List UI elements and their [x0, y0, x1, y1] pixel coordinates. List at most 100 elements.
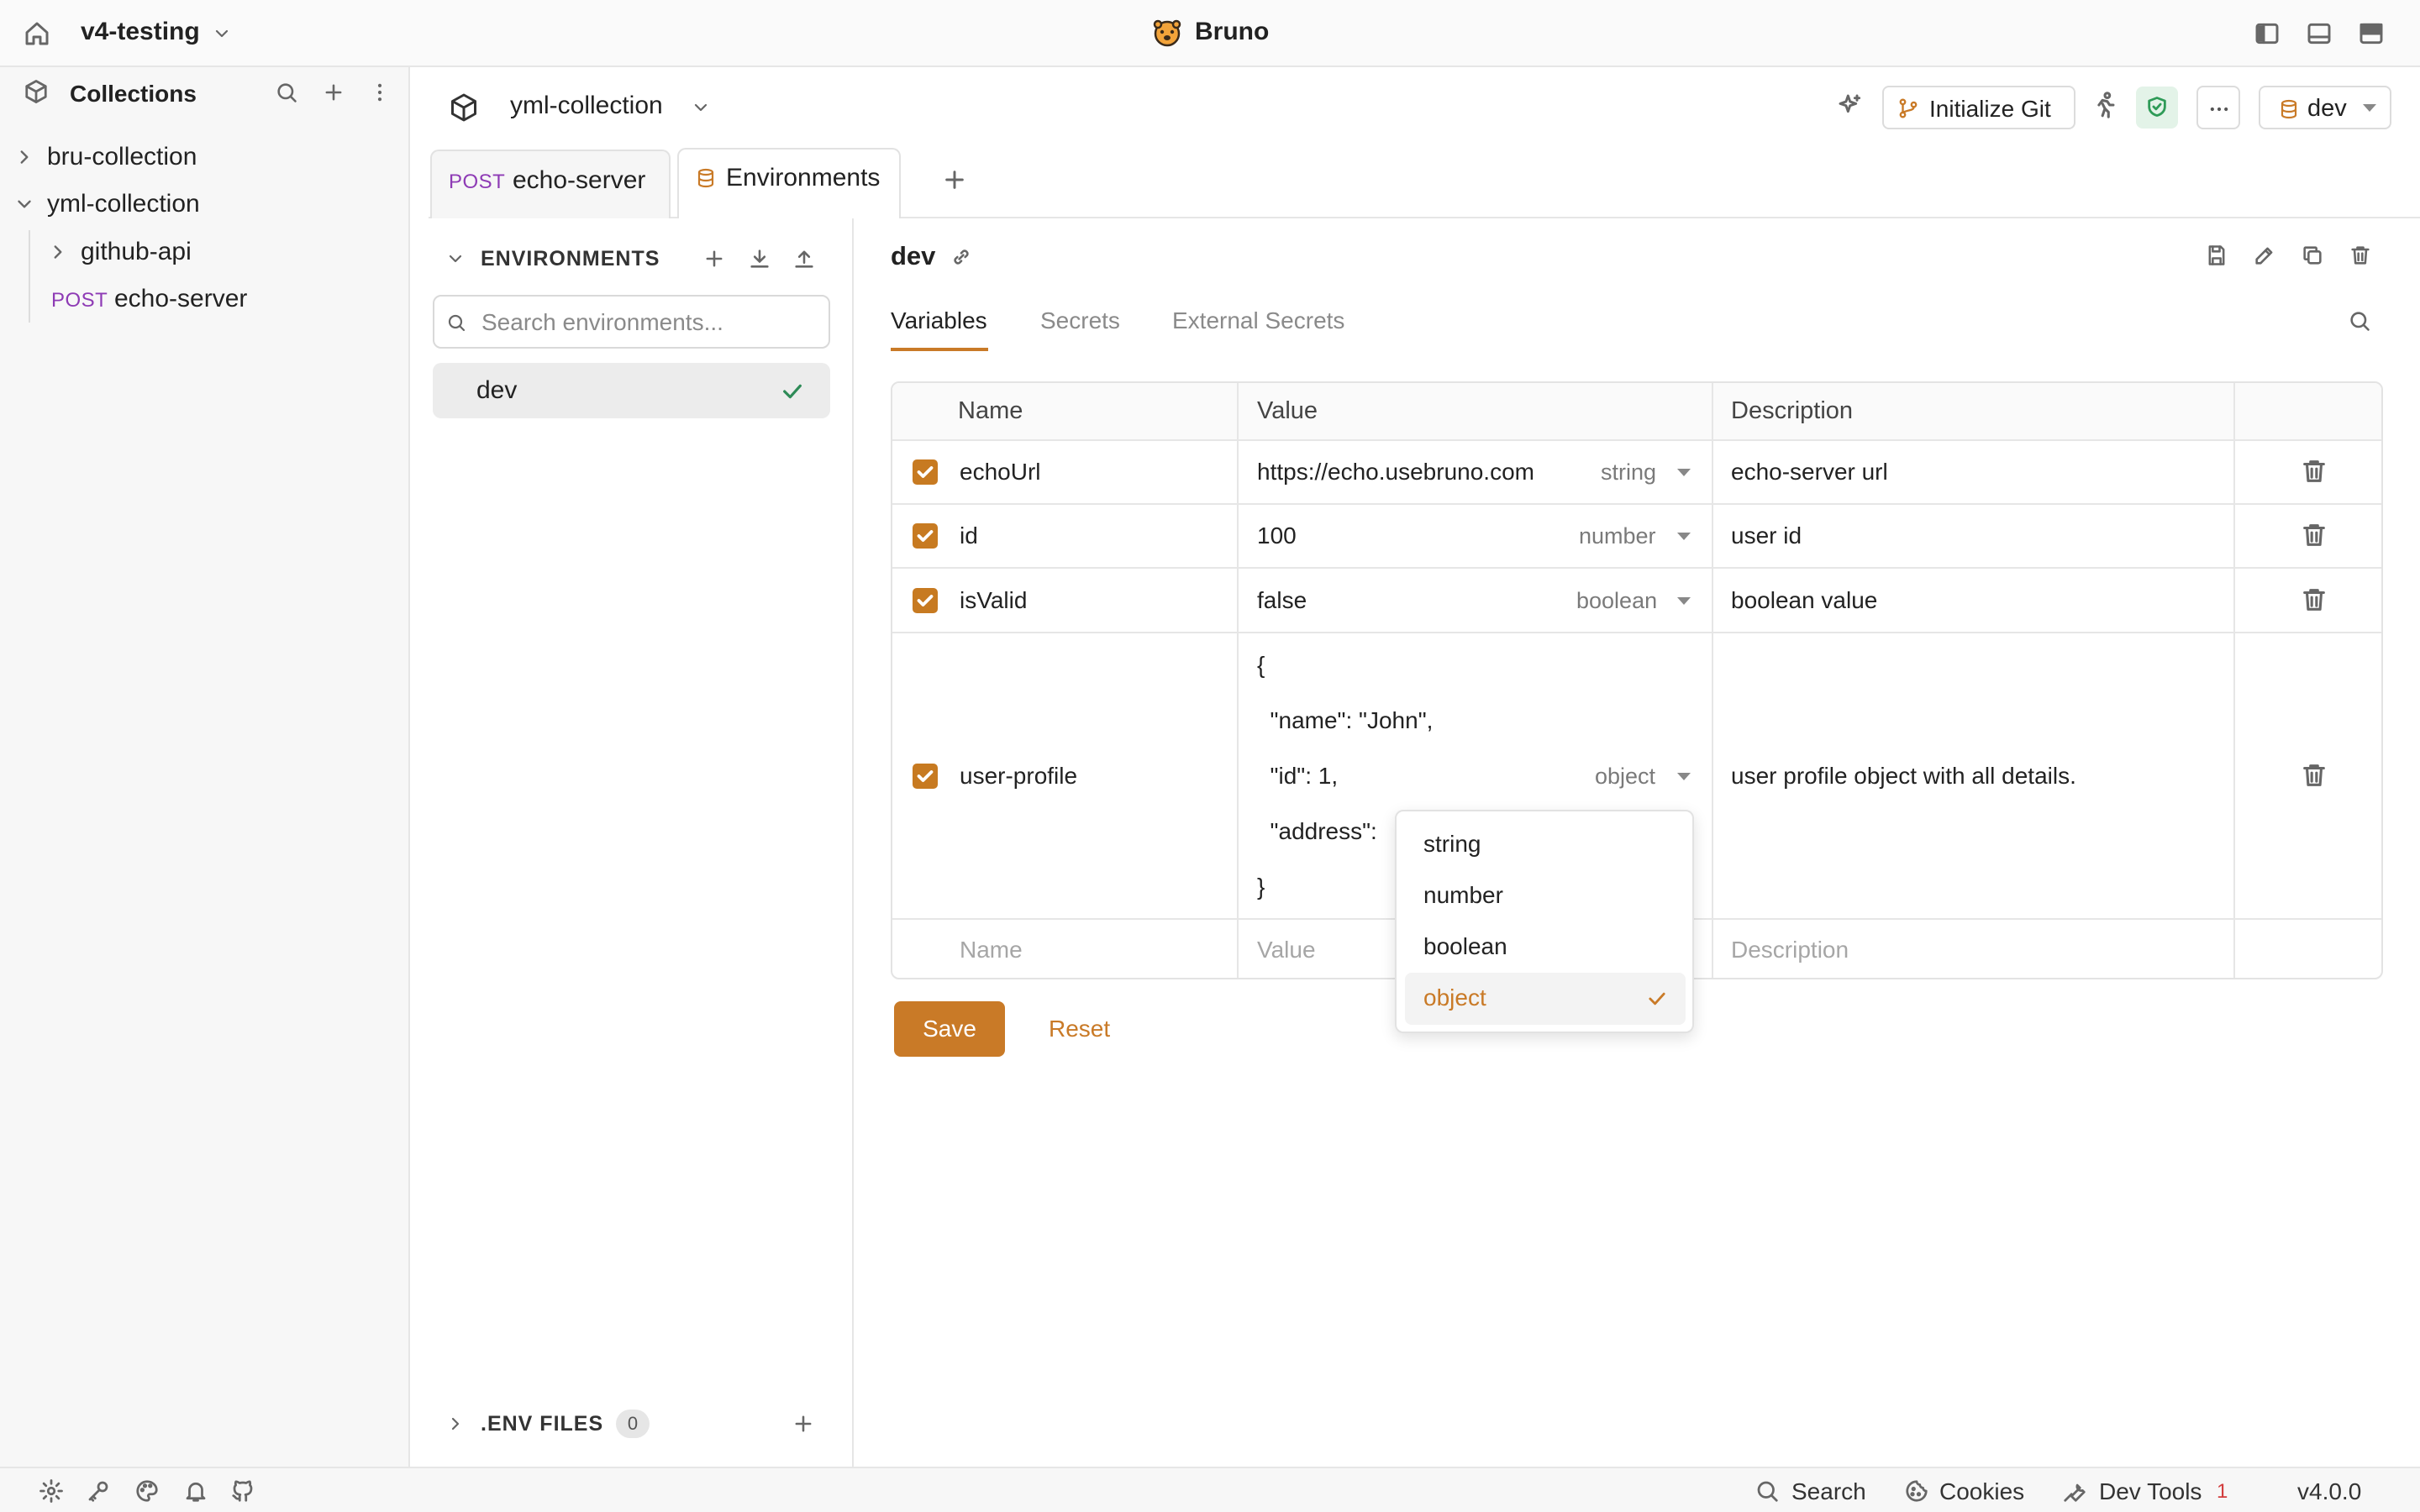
home-icon[interactable]	[24, 20, 50, 47]
tree-item-github-api[interactable]: github-api	[34, 231, 408, 273]
variable-value[interactable]: false	[1257, 587, 1307, 614]
dev-tools-error-count: 1	[2217, 1480, 2228, 1503]
tab-echo-server[interactable]: POST echo-server	[430, 150, 671, 218]
tab-label: echo-server	[513, 166, 646, 194]
shield-check-icon[interactable]	[2136, 87, 2178, 129]
variable-name[interactable]: id	[960, 522, 978, 549]
sidebar-title: Collections	[70, 81, 197, 107]
variable-description[interactable]: echo-server url	[1731, 459, 1888, 486]
variable-name[interactable]: echoUrl	[960, 459, 1040, 486]
tree-item-echo-server[interactable]: POST echo-server	[34, 278, 408, 320]
caret-down-icon	[1677, 533, 1691, 540]
type-option-number[interactable]: number	[1423, 882, 1503, 909]
caret-down-icon	[1677, 773, 1691, 780]
new-value-input[interactable]: Value	[1257, 937, 1316, 963]
key-icon[interactable]	[86, 1478, 111, 1504]
github-icon[interactable]	[230, 1478, 255, 1504]
type-option-string[interactable]: string	[1423, 831, 1481, 858]
subtab-external-secrets[interactable]: External Secrets	[1172, 307, 1344, 334]
caret-down-icon	[1677, 597, 1691, 605]
type-selector[interactable]: number	[1579, 523, 1656, 549]
type-selector[interactable]: string	[1601, 459, 1656, 486]
subtab-secrets[interactable]: Secrets	[1040, 307, 1120, 334]
edit-icon[interactable]	[2253, 244, 2276, 267]
tree-indent-guide	[29, 230, 30, 323]
new-name-input[interactable]: Name	[960, 937, 1023, 963]
more-options-button[interactable]	[2196, 86, 2240, 129]
copy-icon[interactable]	[2301, 244, 2324, 267]
panel-divider	[852, 218, 854, 1467]
initialize-git-label: Initialize Git	[1929, 96, 2051, 122]
enabled-checkbox[interactable]	[913, 764, 938, 789]
variable-value[interactable]: 100	[1257, 522, 1297, 549]
chevron-down-icon[interactable]	[691, 97, 711, 118]
bell-icon[interactable]	[183, 1478, 208, 1504]
search-variables-icon[interactable]	[2348, 309, 2371, 333]
palette-icon[interactable]	[134, 1478, 160, 1504]
export-icon[interactable]	[792, 247, 816, 270]
trash-icon[interactable]	[2300, 761, 2328, 790]
tab-environments[interactable]: Environments	[677, 148, 901, 218]
initialize-git-button[interactable]: Initialize Git	[1882, 86, 2075, 129]
table-header	[892, 383, 2381, 440]
enabled-checkbox[interactable]	[913, 523, 938, 549]
app-title: Bruno	[1195, 18, 1270, 45]
variable-description[interactable]: user profile object with all details.	[1731, 763, 2076, 790]
trash-icon[interactable]	[2300, 457, 2328, 486]
add-env-file-icon[interactable]	[792, 1412, 815, 1436]
trash-icon[interactable]	[2300, 585, 2328, 614]
trash-icon[interactable]	[2300, 521, 2328, 549]
toggle-bottom-panel-icon[interactable]	[2306, 20, 2333, 47]
variable-name[interactable]: user-profile	[960, 763, 1077, 790]
type-option-object[interactable]: object	[1423, 984, 1486, 1011]
collection-title[interactable]: yml-collection	[510, 92, 663, 120]
cookie-icon	[1904, 1478, 1929, 1504]
code-line: "address":	[1257, 818, 1377, 844]
tree-item-bru-collection[interactable]: bru-collection	[0, 136, 408, 178]
runner-icon[interactable]	[2091, 91, 2119, 119]
add-collection-icon[interactable]	[322, 81, 345, 104]
collections-sidebar: Collections bru-collection yml-collectio…	[0, 67, 410, 1467]
search-icon	[1754, 1478, 1780, 1504]
type-selector[interactable]: object	[1595, 764, 1655, 790]
enabled-checkbox[interactable]	[913, 459, 938, 485]
save-icon[interactable]	[2205, 244, 2228, 267]
tree-item-yml-collection[interactable]: yml-collection	[0, 183, 408, 225]
type-option-boolean[interactable]: boolean	[1423, 933, 1507, 960]
environment-item-dev[interactable]: dev	[433, 363, 830, 418]
database-icon	[696, 168, 716, 188]
variable-description[interactable]: boolean value	[1731, 587, 1877, 614]
check-icon	[1645, 987, 1669, 1011]
subtab-variables[interactable]: Variables	[891, 307, 987, 334]
sparkles-icon[interactable]	[1837, 92, 1864, 119]
enabled-checkbox[interactable]	[913, 588, 938, 613]
toggle-sidebar-icon[interactable]	[2254, 20, 2281, 47]
status-dev-tools[interactable]: Dev Tools	[2099, 1478, 2202, 1505]
variable-description[interactable]: user id	[1731, 522, 1802, 549]
add-environment-icon[interactable]	[702, 247, 726, 270]
save-button[interactable]: Save	[894, 1001, 1005, 1057]
status-cookies[interactable]: Cookies	[1939, 1478, 2024, 1505]
chevron-right-icon[interactable]	[445, 1414, 466, 1434]
type-selector[interactable]: boolean	[1576, 588, 1657, 614]
tab-label: Environments	[726, 164, 881, 192]
method-badge: POST	[51, 289, 108, 312]
more-vertical-icon[interactable]	[368, 81, 392, 104]
delete-icon[interactable]	[2349, 244, 2372, 267]
status-search[interactable]: Search	[1791, 1478, 1866, 1505]
settings-gear-icon[interactable]	[39, 1478, 64, 1504]
import-icon[interactable]	[748, 247, 771, 270]
new-description-input[interactable]: Description	[1731, 937, 1849, 963]
variable-name[interactable]: isValid	[960, 587, 1027, 614]
chevron-down-icon[interactable]	[445, 249, 466, 269]
search-icon[interactable]	[275, 81, 298, 104]
variable-value[interactable]: https://echo.usebruno.com	[1257, 459, 1534, 486]
new-tab-icon[interactable]	[941, 166, 968, 193]
reset-button[interactable]: Reset	[1049, 1016, 1110, 1042]
chevron-down-icon[interactable]	[212, 24, 232, 44]
rename-link-icon[interactable]	[950, 245, 973, 269]
toggle-layout-icon[interactable]	[2358, 20, 2385, 47]
workspace-name[interactable]: v4-testing	[81, 18, 200, 46]
environment-selector[interactable]: dev	[2259, 86, 2391, 129]
search-environments-input[interactable]: Search environments...	[433, 295, 830, 349]
